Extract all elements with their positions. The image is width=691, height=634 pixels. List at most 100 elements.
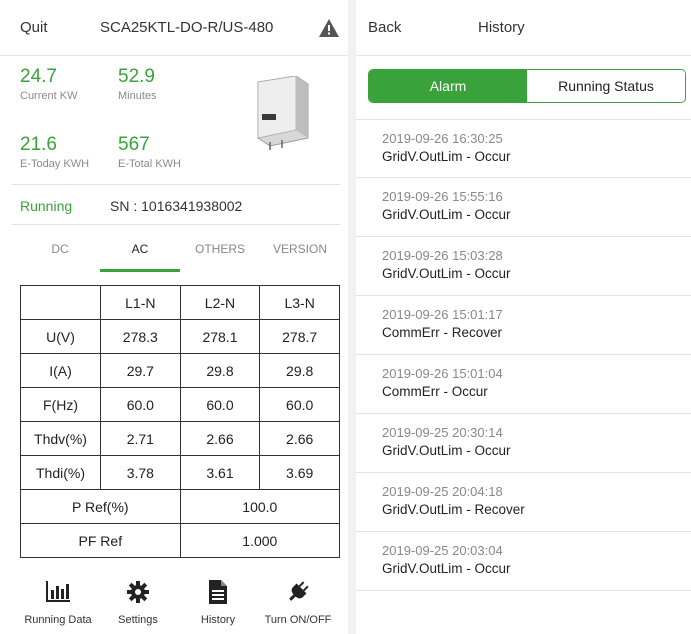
table-cell: Thdi(%) [20, 455, 101, 490]
list-item[interactable]: 2019-09-26 15:55:16 GridV.OutLim - Occur [356, 178, 691, 237]
pf-ref-label: PF Ref [20, 523, 181, 558]
serial-number: SN : 1016341938002 [110, 198, 243, 214]
back-button[interactable]: Back [368, 19, 478, 36]
panel-divider [348, 0, 356, 634]
quit-button[interactable]: Quit [20, 19, 100, 36]
nav-label: History [200, 614, 236, 626]
inverter-image [252, 75, 312, 154]
history-time: 2019-09-26 15:55:16 [382, 189, 503, 204]
e-today-value: 21.6 [20, 134, 57, 155]
bottom-nav: Running Data Settings History Turn ON/OF… [0, 578, 348, 634]
nav-settings[interactable]: Settings [98, 578, 178, 634]
table-cell: 60.0 [259, 387, 340, 422]
history-time: 2019-09-26 15:01:17 [382, 307, 503, 322]
list-item[interactable]: 2019-09-26 16:30:25 GridV.OutLim - Occur [356, 119, 691, 178]
stats-area: 24.7 Current KW 52.9 Minutes 21.6 E-Toda… [20, 66, 340, 184]
table-cell: 2.66 [259, 421, 340, 456]
tab-ac[interactable]: AC [100, 226, 180, 272]
table-cell: 3.78 [100, 455, 181, 490]
history-time: 2019-09-26 15:03:28 [382, 248, 503, 263]
divider-line [12, 224, 340, 225]
table-header-cell [20, 285, 101, 320]
current-kw-label: Current KW [20, 90, 78, 102]
table-row: PF Ref 1.000 [20, 523, 341, 558]
history-event: GridV.OutLim - Occur [382, 207, 511, 222]
e-today-label: E-Today KWH [20, 158, 90, 170]
history-event: GridV.OutLim - Recover [382, 502, 525, 517]
ac-data-table: L1-N L2-N L3-N U(V) 278.3 278.1 278.7 I(… [20, 285, 341, 558]
table-row: U(V) 278.3 278.1 278.7 [20, 319, 340, 354]
history-time: 2019-09-25 20:04:18 [382, 484, 503, 499]
device-model-title: SCA25KTL-DO-R/US-480 [100, 19, 274, 36]
bar-chart-icon [18, 578, 98, 606]
status-row: Running SN : 1016341938002 [20, 190, 340, 222]
history-event: CommErr - Recover [382, 325, 503, 340]
table-row: Thdi(%) 3.78 3.61 3.69 [20, 455, 340, 490]
list-item[interactable]: 2019-09-26 15:01:17 CommErr - Recover [356, 296, 691, 355]
table-cell: 278.7 [259, 319, 340, 354]
table-cell: 2.71 [100, 421, 181, 456]
warning-triangle-icon[interactable] [318, 18, 340, 38]
table-row: Thdv(%) 2.71 2.66 2.66 [20, 421, 340, 456]
divider-line [12, 184, 340, 185]
table-cell: Thdv(%) [20, 421, 101, 456]
history-time: 2019-09-26 15:01:04 [382, 366, 503, 381]
list-item[interactable]: 2019-09-25 20:03:04 GridV.OutLim - Occur [356, 532, 691, 591]
table-cell: 29.8 [179, 353, 261, 388]
e-total-value: 567 [118, 134, 150, 155]
table-cell: U(V) [20, 319, 101, 354]
history-panel: Back History Alarm Running Status 2019-0… [356, 0, 691, 634]
table-cell: F(Hz) [20, 387, 101, 422]
table-cell: 29.8 [259, 353, 340, 388]
running-status: Running [20, 198, 73, 214]
e-total-stat: 567 E-Total KWH [118, 134, 181, 170]
table-cell: 278.1 [179, 319, 261, 354]
table-cell: 2.66 [179, 421, 261, 456]
tab-others[interactable]: OTHERS [180, 226, 260, 272]
nav-running-data[interactable]: Running Data [18, 578, 98, 634]
history-event: GridV.OutLim - Occur [382, 149, 511, 164]
minutes-stat: 52.9 Minutes [118, 66, 157, 102]
table-cell: 60.0 [179, 387, 261, 422]
tab-dc[interactable]: DC [20, 226, 100, 272]
table-row: I(A) 29.7 29.8 29.8 [20, 353, 340, 388]
history-event: GridV.OutLim - Occur [382, 266, 511, 281]
document-icon [178, 578, 258, 606]
table-row: F(Hz) 60.0 60.0 60.0 [20, 387, 340, 422]
current-kw-value: 24.7 [20, 66, 57, 87]
device-panel: Quit SCA25KTL-DO-R/US-480 24.7 Current K… [0, 0, 348, 634]
data-tabs: DC AC OTHERS VERSION [20, 226, 340, 272]
current-kw-stat: 24.7 Current KW [20, 66, 77, 102]
gear-icon [98, 578, 178, 606]
list-item[interactable]: 2019-09-25 20:30:14 GridV.OutLim - Occur [356, 414, 691, 473]
history-list: 2019-09-26 16:30:25 GridV.OutLim - Occur … [356, 119, 691, 591]
list-item[interactable]: 2019-09-26 15:01:04 CommErr - Occur [356, 355, 691, 414]
table-cell: 29.7 [100, 353, 181, 388]
history-time: 2019-09-26 16:30:25 [382, 131, 503, 146]
history-event: CommErr - Occur [382, 384, 488, 399]
table-cell: 3.69 [259, 455, 340, 490]
pf-ref-value: 1.000 [179, 523, 341, 558]
history-time: 2019-09-25 20:03:04 [382, 543, 503, 558]
table-header-row: L1-N L2-N L3-N [20, 285, 340, 320]
table-cell: 60.0 [100, 387, 181, 422]
nav-history[interactable]: History [178, 578, 258, 634]
e-today-stat: 21.6 E-Today KWH [20, 134, 89, 170]
tab-running-status[interactable]: Running Status [527, 70, 685, 102]
device-header: Quit SCA25KTL-DO-R/US-480 [0, 0, 348, 56]
minutes-label: Minutes [118, 90, 157, 102]
page-title: History [478, 19, 525, 36]
history-header: Back History [356, 0, 691, 56]
list-item[interactable]: 2019-09-26 15:03:28 GridV.OutLim - Occur [356, 237, 691, 296]
history-event: GridV.OutLim - Occur [382, 443, 511, 458]
table-row: P Ref(%) 100.0 [20, 489, 341, 524]
nav-turn-on-off[interactable]: Turn ON/OFF [258, 578, 338, 634]
tab-alarm[interactable]: Alarm [369, 70, 527, 102]
history-segment-control: Alarm Running Status [368, 69, 686, 103]
e-total-label: E-Total KWH [118, 158, 181, 170]
minutes-value: 52.9 [118, 66, 155, 87]
table-cell: I(A) [20, 353, 101, 388]
list-item[interactable]: 2019-09-25 20:04:18 GridV.OutLim - Recove… [356, 473, 691, 532]
tab-version[interactable]: VERSION [260, 226, 340, 272]
table-header-cell: L3-N [259, 285, 340, 320]
